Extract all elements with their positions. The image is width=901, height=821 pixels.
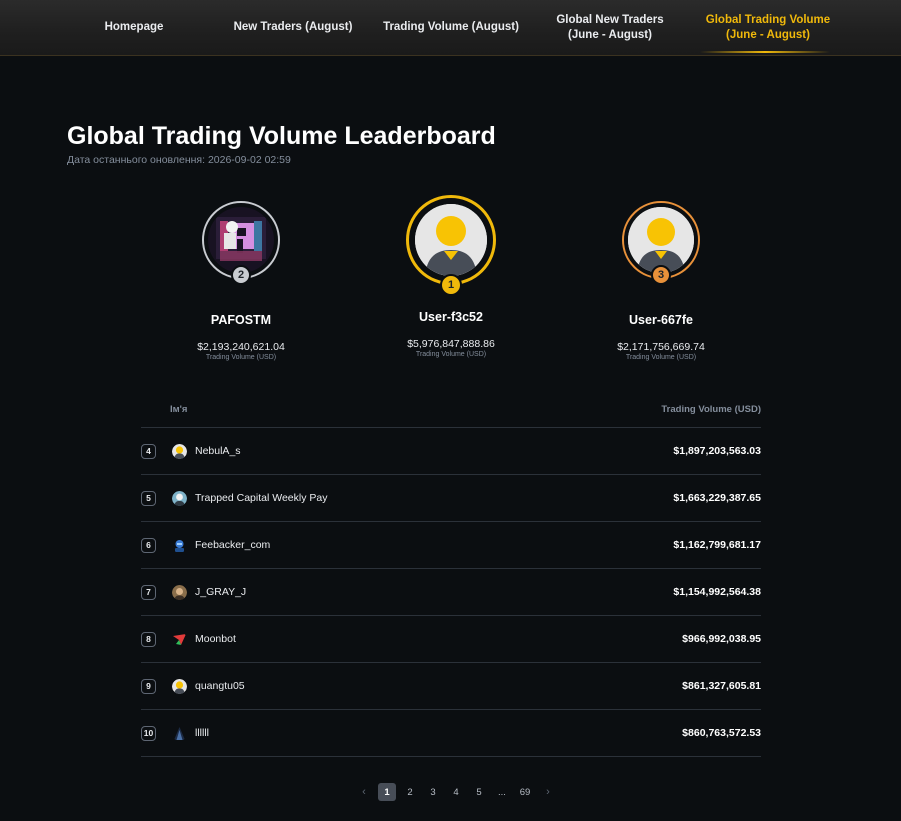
avatar <box>172 726 187 741</box>
podium-name: User-f3c52 <box>419 310 483 324</box>
default-user-icon <box>628 207 694 273</box>
table-row[interactable]: 4 NebulA_s $1,897,203,563.03 <box>141 428 761 474</box>
next-page-button[interactable]: › <box>539 783 557 801</box>
podium-name: User-667fe <box>629 313 693 327</box>
rank-badge: 1 <box>440 274 462 296</box>
nav-homepage[interactable]: Homepage <box>75 0 193 55</box>
podium-volume: $2,171,756,669.74 <box>617 341 705 353</box>
top-navigation: Homepage New Traders (August) Trading Vo… <box>0 0 901 56</box>
table-row[interactable]: 9 quangtu05 $861,327,605.81 <box>141 663 761 709</box>
page-button[interactable]: 3 <box>424 783 442 801</box>
page-button[interactable]: 4 <box>447 783 465 801</box>
podium-rank-3[interactable]: 3 User-667fe $2,171,756,669.74 Trading V… <box>571 195 751 361</box>
page-button[interactable]: 69 <box>516 783 534 801</box>
photo-avatar-icon <box>172 584 187 600</box>
column-header-volume: Trading Volume (USD) <box>661 404 761 415</box>
avatar <box>628 207 694 273</box>
avatar-ring: 1 <box>406 195 496 296</box>
page-button[interactable]: 5 <box>470 783 488 801</box>
trader-name: J_GRAY_J <box>195 586 247 598</box>
robot-avatar-icon <box>175 539 184 552</box>
rank-number: 4 <box>141 443 156 459</box>
podium-volume: $2,193,240,621.04 <box>197 341 285 353</box>
nav-new-traders-august[interactable]: New Traders (August) <box>222 0 364 55</box>
avatar-ring: 2 <box>202 201 280 285</box>
rank-number: 7 <box>141 584 156 600</box>
avatar <box>172 678 187 694</box>
rank-number: 9 <box>141 678 156 694</box>
avatar-ring: 3 <box>622 201 700 285</box>
avatar <box>208 207 274 273</box>
trader-volume: $1,663,229,387.65 <box>673 492 761 504</box>
rank-badge: 2 <box>231 265 251 285</box>
page-ellipsis: ... <box>498 786 506 798</box>
rank-number: 6 <box>141 537 156 553</box>
page-title: Global Trading Volume Leaderboard <box>67 122 496 150</box>
nav-trading-volume-august[interactable]: Trading Volume (August) <box>380 0 522 55</box>
podium-rank-2[interactable]: 2 PAFOSTM $2,193,240,621.04 Trading Volu… <box>151 195 331 361</box>
trader-name: Trapped Capital Weekly Pay <box>195 492 328 504</box>
trader-volume: $1,154,992,564.38 <box>673 586 761 598</box>
trader-volume: $1,162,799,681.17 <box>673 539 761 551</box>
podium-volume-label: Trading Volume (USD) <box>415 351 487 358</box>
rank-number: 10 <box>141 725 156 741</box>
avatar <box>172 632 187 647</box>
last-updated-text: Дата останнього оновлення: 2026-09-02 02… <box>67 154 291 166</box>
rank-number: 5 <box>141 490 156 506</box>
person-avatar-icon <box>172 490 187 506</box>
rank-number: 8 <box>141 631 156 647</box>
table-row[interactable]: 5 Trapped Capital Weekly Pay $1,663,229,… <box>141 475 761 521</box>
default-user-icon <box>172 678 187 694</box>
podium-name: PAFOSTM <box>210 313 272 327</box>
avatar <box>172 443 187 459</box>
trader-volume: $1,897,203,563.03 <box>673 445 761 457</box>
custom-p-avatar-icon <box>208 207 274 273</box>
rank-badge: 3 <box>651 265 671 285</box>
podium-volume: $5,976,847,888.86 <box>407 338 495 350</box>
table-row[interactable]: 8 Moonbot $966,992,038.95 <box>141 616 761 662</box>
dark-avatar-icon <box>174 726 185 740</box>
moonbot-logo-icon <box>173 633 186 645</box>
table-row[interactable]: 7 J_GRAY_J $1,154,992,564.38 <box>141 569 761 615</box>
avatar <box>172 584 187 600</box>
trader-name: Moonbot <box>195 633 236 645</box>
table-row[interactable]: 10 llllll $860,763,572.53 <box>141 710 761 756</box>
podium-volume-label: Trading Volume (USD) <box>205 354 277 361</box>
nav-global-trading-volume[interactable]: Global Trading Volume (June - August) <box>700 0 836 55</box>
avatar <box>172 490 187 506</box>
avatar <box>172 538 187 553</box>
trader-volume: $860,763,572.53 <box>682 727 761 739</box>
trader-volume: $966,992,038.95 <box>682 633 761 645</box>
avatar <box>415 204 487 276</box>
column-header-name: Ім'я <box>170 404 188 415</box>
pagination: ‹ 1 2 3 4 5 ... 69 › <box>355 783 562 801</box>
page-button[interactable]: 1 <box>378 783 396 801</box>
page-button[interactable]: 2 <box>401 783 419 801</box>
prev-page-button[interactable]: ‹ <box>355 783 373 801</box>
table-row[interactable]: 6 Feebacker_com $1,162,799,681.17 <box>141 522 761 568</box>
nav-global-new-traders[interactable]: Global New Traders (June - August) <box>548 0 672 55</box>
trader-name: Feebacker_com <box>195 539 271 551</box>
trader-name: llllll <box>195 727 209 739</box>
trader-name: NebulA_s <box>195 445 241 457</box>
divider <box>141 756 761 757</box>
default-user-icon <box>172 443 187 459</box>
trader-volume: $861,327,605.81 <box>682 680 761 692</box>
podium-volume-label: Trading Volume (USD) <box>625 354 697 361</box>
active-tab-indicator <box>700 51 830 53</box>
trader-name: quangtu05 <box>195 680 245 692</box>
default-user-icon <box>415 204 487 276</box>
podium-rank-1[interactable]: 1 User-f3c52 $5,976,847,888.86 Trading V… <box>361 195 541 358</box>
